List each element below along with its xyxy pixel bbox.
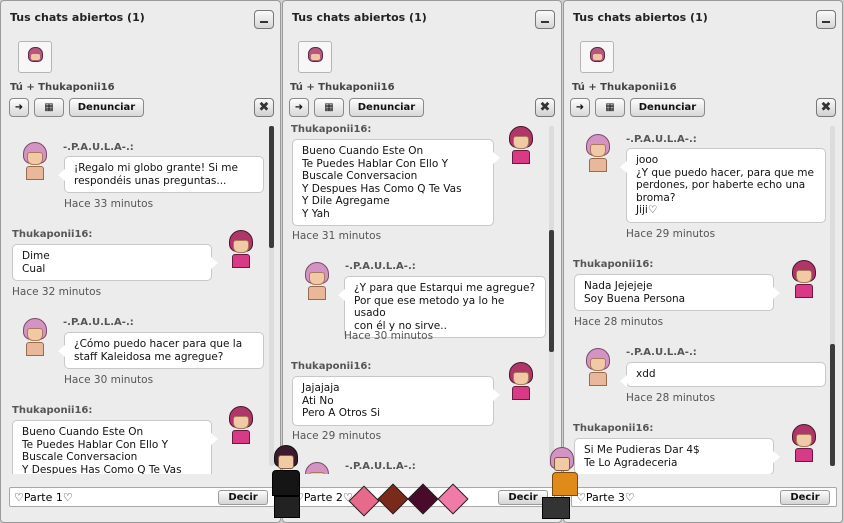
message-time: Hace 31 minutos — [292, 230, 382, 242]
message-input[interactable] — [576, 489, 766, 505]
profile-card-button[interactable]: ▦ — [34, 98, 64, 117]
room-furniture-hats[interactable] — [348, 482, 474, 523]
thukaponii-avatar[interactable] — [788, 260, 820, 300]
message-sender: -.P.A.U.L.A-.: — [345, 261, 416, 272]
minimize-button[interactable] — [535, 10, 555, 29]
paula-avatar[interactable] — [19, 318, 51, 358]
close-conversation-button[interactable]: ✖ — [535, 98, 555, 117]
message-time: Hace 29 minutos — [626, 228, 716, 240]
report-button[interactable]: Denunciar — [349, 98, 424, 117]
thukaponii-room-avatar[interactable] — [268, 445, 310, 523]
message-bubble: Jajajaja Ati No Pero A Otros Si — [292, 376, 500, 426]
window-title: Tus chats abiertos (1) — [573, 11, 708, 24]
conversation-label: Tú + Thukaponii16 — [10, 82, 115, 93]
thukaponii-avatar[interactable] — [505, 362, 537, 402]
avatar-head-icon — [590, 47, 605, 62]
message-sender: -.P.A.U.L.A-.: — [63, 317, 134, 328]
paula-room-avatar[interactable] — [540, 447, 582, 523]
report-button[interactable]: Denunciar — [630, 98, 705, 117]
chat-window-3: Tus chats abiertos (1) Tú + Thukaponii16… — [563, 0, 843, 523]
message-time: Hace 30 minutos — [64, 374, 154, 386]
message-time: Hace 29 minutos — [292, 430, 382, 442]
forward-arrow-button[interactable]: ➜ — [9, 98, 29, 117]
avatar-head-icon — [308, 47, 323, 62]
thukaponii-avatar[interactable] — [225, 230, 257, 270]
message-sender: -.P.A.U.L.A-.: — [626, 134, 697, 145]
chat-scrollbar[interactable] — [269, 126, 274, 466]
brown-hat-icon[interactable] — [377, 483, 409, 515]
message-bubble: Nada Jejejeje Soy Buena Persona — [574, 274, 780, 311]
message-time: Hace 32 minutos — [12, 286, 102, 298]
minimize-button[interactable] — [816, 10, 836, 29]
message-bubble: Dime Cual — [12, 244, 218, 281]
message-input-row: Decir — [571, 487, 837, 507]
message-sender: Thukaponii16: — [573, 259, 654, 270]
report-button[interactable]: Denunciar — [69, 98, 144, 117]
chat-scrollbar[interactable] — [830, 126, 835, 466]
paula-avatar[interactable] — [19, 142, 51, 182]
forward-arrow-button[interactable]: ➜ — [570, 98, 590, 117]
window-title: Tus chats abiertos (1) — [10, 11, 145, 24]
message-sender: Thukaponii16: — [573, 423, 654, 434]
thukaponii-avatar[interactable] — [788, 424, 820, 464]
rose-hat-icon[interactable] — [437, 483, 469, 515]
message-bubble: ¿Y para que Estarqui me agregue? Por que… — [338, 276, 546, 338]
chat-scrollbar[interactable] — [549, 126, 554, 466]
close-conversation-button[interactable]: ✖ — [816, 98, 836, 117]
dark-hat-icon[interactable] — [407, 483, 439, 515]
forward-arrow-button[interactable]: ➜ — [289, 98, 309, 117]
conversation-thumbnail[interactable] — [18, 41, 52, 73]
thukaponii-avatar[interactable] — [225, 406, 257, 446]
close-conversation-button[interactable]: ✖ — [254, 98, 274, 117]
message-sender: -.P.A.U.L.A-.: — [345, 461, 416, 472]
message-sender: Thukaponii16: — [291, 361, 372, 372]
scroll-thumb[interactable] — [830, 344, 835, 466]
conversation-label: Tú + Thukaponii16 — [572, 82, 677, 93]
message-sender: -.P.A.U.L.A-.: — [626, 347, 697, 358]
chat-log: -.P.A.U.L.A-.: ¡Regalo mi globo grante! … — [5, 122, 267, 474]
message-bubble: Bueno Cuando Este On Te Puedes Hablar Co… — [292, 139, 500, 226]
pink-hat-icon[interactable] — [348, 485, 380, 517]
message-bubble: ¿Cómo puedo hacer para que la staff Kale… — [58, 332, 264, 369]
message-sender: Thukaponii16: — [12, 405, 93, 416]
message-time: Hace 28 minutos — [574, 316, 664, 328]
chat-log: -.P.A.U.L.A-.: jooo ¿Y que puedo hacer, … — [568, 122, 830, 474]
paula-avatar[interactable] — [301, 262, 333, 302]
paula-avatar[interactable] — [582, 348, 614, 388]
window-title: Tus chats abiertos (1) — [292, 11, 427, 24]
message-bubble: Bueno Cuando Este On Te Puedes Hablar Co… — [12, 420, 218, 474]
profile-card-button[interactable]: ▦ — [595, 98, 625, 117]
send-button[interactable]: Decir — [218, 490, 268, 505]
message-bubble: jooo ¿Y que puedo hacer, para que me per… — [620, 148, 826, 223]
conversation-label: Tú + Thukaponii16 — [290, 82, 395, 93]
profile-card-button[interactable]: ▦ — [314, 98, 344, 117]
chat-window-2: Tus chats abiertos (1) Tú + Thukaponii16… — [282, 0, 562, 523]
thukaponii-avatar[interactable] — [505, 126, 537, 166]
conversation-thumbnail[interactable] — [580, 41, 614, 73]
message-input-row: Decir — [9, 487, 275, 507]
message-input[interactable] — [14, 489, 204, 505]
message-time: Hace 28 minutos — [626, 392, 716, 404]
scroll-thumb[interactable] — [269, 126, 274, 248]
message-time: Hace 33 minutos — [64, 198, 154, 210]
avatar-head-icon — [28, 47, 43, 62]
paula-avatar[interactable] — [582, 134, 614, 174]
minimize-button[interactable] — [254, 10, 274, 29]
message-sender: Thukaponii16: — [12, 229, 93, 240]
message-bubble: ¡Regalo mi globo grante! Si me respondéi… — [58, 156, 264, 193]
message-time: Hace 30 minutos — [344, 330, 434, 342]
send-button[interactable]: Decir — [780, 490, 830, 505]
chat-log: Thukaponii16: Bueno Cuando Este On Te Pu… — [287, 122, 549, 474]
conversation-thumbnail[interactable] — [298, 41, 332, 73]
message-bubble: Si Me Pudieras Dar 4$ Te Lo Agradeceria — [574, 438, 780, 474]
message-bubble: xdd — [620, 362, 826, 387]
message-sender: -.P.A.U.L.A-.: — [63, 142, 134, 153]
message-sender: Thukaponii16: — [291, 124, 372, 135]
scroll-thumb[interactable] — [549, 230, 554, 352]
chat-window-1: Tus chats abiertos (1) Tú + Thukaponii16… — [0, 0, 281, 523]
